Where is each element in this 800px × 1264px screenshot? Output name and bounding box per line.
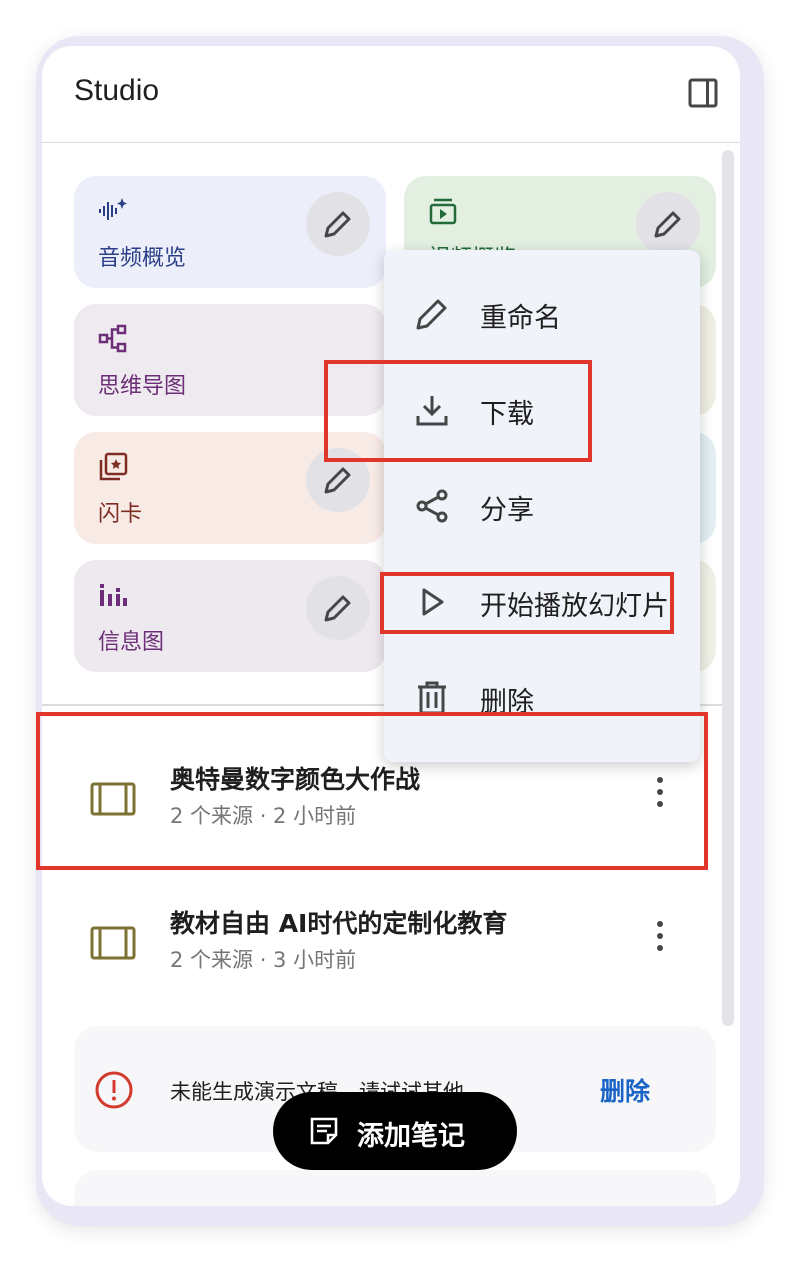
infographic-icon <box>98 580 128 610</box>
list-item[interactable] <box>74 1170 716 1206</box>
menu-item-label: 重命名 <box>480 303 561 334</box>
delete-button[interactable]: 删除 <box>600 1072 650 1108</box>
tile-label: 信息图 <box>98 630 165 655</box>
share-icon <box>414 488 450 524</box>
pencil-icon <box>414 296 450 332</box>
highlight-box-note-item <box>36 712 708 870</box>
menu-item-share[interactable]: 分享 <box>384 458 700 554</box>
panel-title: Studio <box>74 74 160 107</box>
more-vert-icon[interactable] <box>646 918 674 954</box>
tile-label: 闪卡 <box>98 502 143 527</box>
menu-item-label: 分享 <box>480 495 534 526</box>
scrollbar[interactable] <box>722 150 734 1026</box>
video-slides-icon <box>428 196 458 226</box>
add-note-label: 添加笔记 <box>357 1121 465 1152</box>
tile-infographic[interactable]: 信息图 <box>74 560 386 672</box>
highlight-box-play-slideshow <box>380 572 674 634</box>
pencil-icon <box>324 595 351 622</box>
edit-button[interactable] <box>306 192 370 256</box>
context-menu: 重命名 下载 分享 开始播放幻灯片 删除 <box>384 250 700 762</box>
note-title: 教材自由 AI时代的定制化教育 <box>170 909 508 938</box>
side-panel-icon[interactable] <box>688 78 718 108</box>
tile-label: 音频概览 <box>98 246 187 271</box>
tile-audio-overview[interactable]: 音频概览 <box>74 176 386 288</box>
audio-waveform-icon <box>98 196 128 226</box>
mind-map-icon <box>98 324 128 354</box>
highlight-box-download <box>324 360 592 462</box>
menu-item-rename[interactable]: 重命名 <box>384 266 700 362</box>
error-circle-icon <box>94 1070 134 1110</box>
studio-header: Studio <box>42 46 740 143</box>
pencil-icon <box>324 211 351 238</box>
tile-label: 思维导图 <box>98 374 187 399</box>
edit-button[interactable] <box>306 576 370 640</box>
trash-icon <box>414 680 450 716</box>
flashcards-icon <box>98 452 128 482</box>
note-icon <box>309 1116 339 1146</box>
note-meta: 2 个来源 · 3 小时前 <box>170 948 357 972</box>
pencil-icon <box>654 211 681 238</box>
edit-button[interactable] <box>636 192 700 256</box>
add-note-button[interactable]: 添加笔记 <box>273 1092 517 1170</box>
pencil-icon <box>324 467 351 494</box>
note-item[interactable]: 教材自由 AI时代的定制化教育 2 个来源 · 3 小时前 <box>42 884 722 1004</box>
slides-deck-icon <box>90 926 136 960</box>
